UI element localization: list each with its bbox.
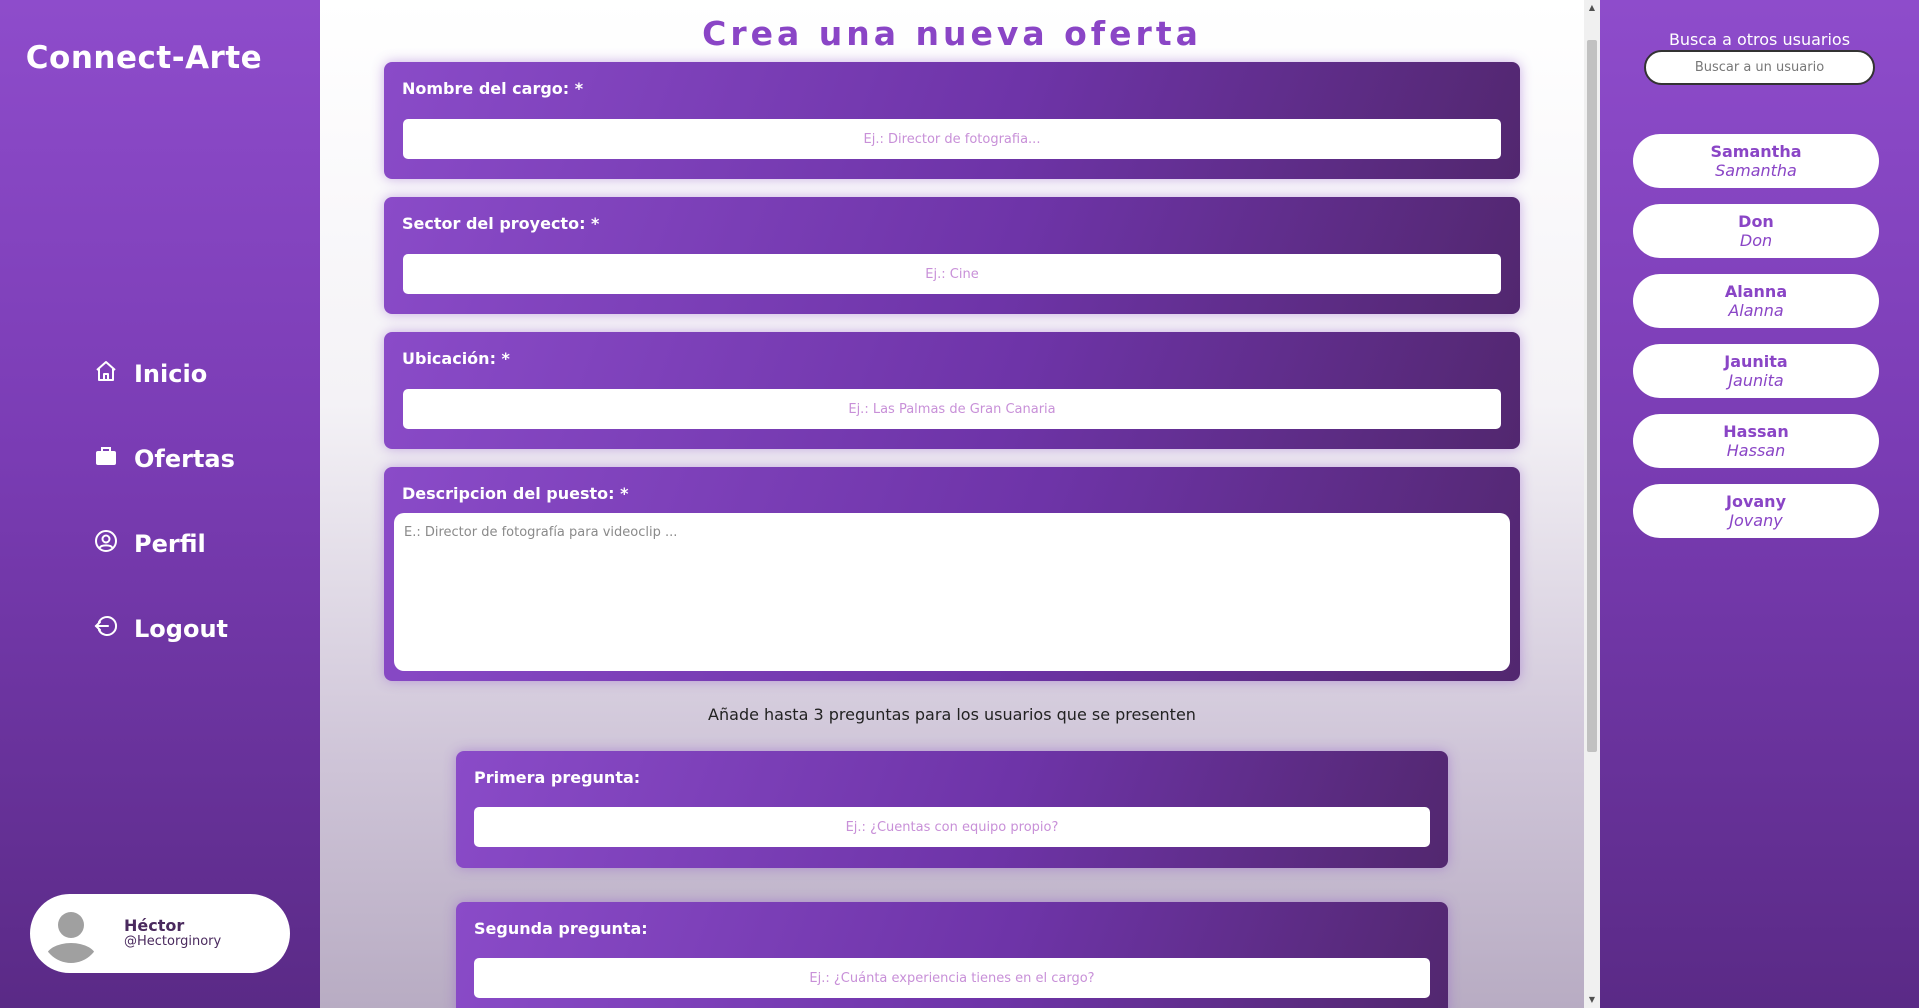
nav-item-inicio[interactable]: Inicio [94,359,207,389]
field-card-ubicacion: Ubicación: * [384,332,1520,449]
descripcion-textarea[interactable] [394,513,1510,671]
user-card-alanna[interactable]: Alanna Alanna [1633,274,1879,328]
user-card-hassan[interactable]: Hassan Hassan [1633,414,1879,468]
page-title: Crea una nueva oferta [702,14,1202,53]
user-name: Hassan [1723,422,1789,441]
user-name: Samantha [1710,142,1802,161]
field-label: Sector del proyecto: * [402,214,600,233]
avatar [42,905,100,963]
main-scrollbar[interactable]: ▲ ▼ [1584,0,1600,1008]
home-icon [94,359,118,389]
nav-label: Ofertas [134,445,235,473]
user-handle: Samantha [1715,161,1797,180]
nav-item-ofertas[interactable]: Ofertas [94,444,235,474]
user-name: Alanna [1724,282,1788,301]
nav-label: Logout [134,615,229,643]
pregunta-1-input[interactable] [474,807,1430,847]
field-label: Primera pregunta: [474,768,641,787]
field-label: Descripcion del puesto: * [402,484,629,503]
field-card-descripcion: Descripcion del puesto: * [384,467,1520,681]
briefcase-icon [94,444,118,474]
user-handle: Jaunita [1728,371,1784,390]
nav-label: Inicio [134,360,208,388]
field-label: Nombre del cargo: * [402,79,584,98]
scroll-up-icon[interactable]: ▲ [1584,0,1600,16]
user-handle: Alanna [1728,301,1784,320]
right-sidebar: Busca a otros usuarios Samantha Samantha… [1600,0,1919,1008]
field-card-sector: Sector del proyecto: * [384,197,1520,314]
search-title: Busca a otros usuarios [1668,30,1851,49]
nav-item-perfil[interactable]: Perfil [94,529,206,559]
field-card-cargo: Nombre del cargo: * [384,62,1520,179]
user-circle-icon [94,529,118,559]
user-name: Jaunita [1724,352,1788,371]
user-card-don[interactable]: Don Don [1633,204,1879,258]
user-card-jovany[interactable]: Jovany Jovany [1633,484,1879,538]
logout-icon [94,614,118,644]
user-name: Don [1738,212,1774,231]
left-sidebar: Connect-Arte Inicio Ofertas Perfil Logou… [0,0,320,1008]
user-name: Jovany [1726,492,1786,511]
user-card-jaunita[interactable]: Jaunita Jaunita [1633,344,1879,398]
user-handle: Jovany [1729,511,1783,530]
scroll-down-icon[interactable]: ▼ [1584,992,1600,1008]
user-card-samantha[interactable]: Samantha Samantha [1633,134,1879,188]
profile-name: Héctor [124,915,185,935]
user-handle: Hassan [1726,441,1786,460]
field-card-pregunta-1: Primera pregunta: [456,751,1448,868]
user-search-input[interactable] [1644,50,1875,85]
ubicacion-input[interactable] [403,389,1501,429]
questions-hint: Añade hasta 3 preguntas para los usuario… [708,705,1196,724]
sector-input[interactable] [403,254,1501,294]
cargo-input[interactable] [403,119,1501,159]
main-content: Crea una nueva oferta Nombre del cargo: … [320,0,1584,1008]
field-card-pregunta-2: Segunda pregunta: [456,902,1448,1008]
scroll-thumb[interactable] [1587,40,1597,752]
pregunta-2-input[interactable] [474,958,1430,998]
profile-card[interactable]: Héctor @Hectorginory [30,894,290,973]
profile-handle: @Hectorginory [124,934,222,950]
field-label: Ubicación: * [402,349,510,368]
nav-label: Perfil [134,530,206,558]
field-label: Segunda pregunta: [474,919,648,938]
brand-logo[interactable]: Connect-Arte [0,40,288,76]
nav-item-logout[interactable]: Logout [94,614,228,644]
user-handle: Don [1739,231,1773,250]
